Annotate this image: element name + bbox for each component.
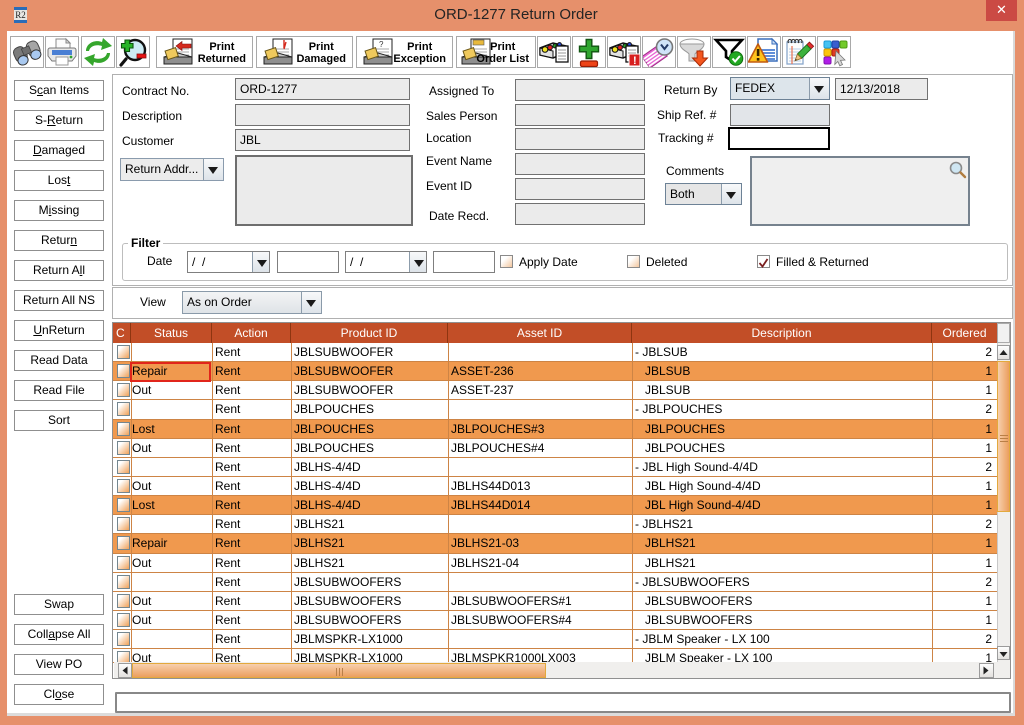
svg-text:?: ? — [379, 40, 384, 49]
svg-text:!: ! — [633, 55, 637, 67]
